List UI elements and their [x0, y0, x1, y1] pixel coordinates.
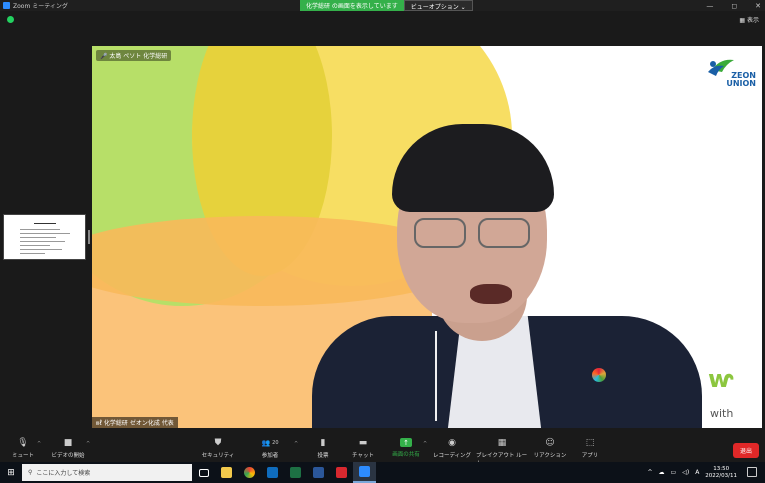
shared-screen-thumbnail[interactable]: [3, 214, 86, 260]
share-screen-icon: ↑: [400, 438, 412, 447]
clock-time: 13:50: [713, 465, 730, 472]
sharing-status: 化学総研 の画面を表示しています: [300, 0, 404, 11]
meeting-toolbar: 🎙 ミュート ^ ■ ビデオの開始 ^ ⛊ セキュリティ 👥 20 参加者 ^ ▮…: [0, 434, 765, 467]
start-video-label: ビデオの開始: [51, 453, 85, 459]
participant-top-label: 🎤 太島 ペソト 化学総研: [96, 50, 172, 61]
reaction-icon: ☺: [545, 438, 555, 448]
outlook-icon[interactable]: [261, 462, 284, 483]
maximize-button[interactable]: ◻: [731, 2, 737, 10]
excel-icon[interactable]: [284, 462, 307, 483]
zeon-union-logo: ZEON UNION: [704, 56, 756, 92]
participants-button[interactable]: 👥 20 参加者: [250, 438, 290, 459]
sdgs-badge-icon: [592, 368, 606, 382]
earphone-cable: [435, 331, 437, 421]
glasses: [414, 218, 534, 252]
share-screen-button[interactable]: ↑ 画面の共有: [386, 438, 426, 458]
view-options-button[interactable]: ビューオプション ⌄: [403, 0, 473, 11]
doc-line: [20, 233, 70, 234]
security-button[interactable]: ⛊ セキュリティ: [198, 438, 238, 459]
participant-name-label: ㎖ 化学総研 ゼオン化成 代表: [92, 417, 178, 428]
doc-line: [34, 223, 56, 224]
video-options-caret-icon[interactable]: ^: [86, 441, 90, 447]
doc-line: [20, 241, 65, 242]
participants-icon: 👥 20: [261, 439, 279, 447]
logo-text-bottom: UNION: [726, 79, 756, 88]
share-screen-label: 画面の共有: [392, 452, 420, 458]
chat-label: チャット: [352, 453, 374, 459]
glasses-lens: [478, 218, 530, 248]
audio-options-caret-icon[interactable]: ^: [37, 441, 41, 447]
active-speaker-video: ZEON UNION ⱳ with 🎤 太島 ペソト 化学総研 ㎖ 化学総研 ゼオ…: [92, 46, 762, 428]
with-logo: ⱳ with: [704, 364, 754, 420]
system-tray: ^ ☁ ▭ ◁) A 13:50 2022/03/11: [648, 462, 737, 483]
reactions-button[interactable]: ☺ リアクション: [530, 438, 570, 459]
chat-icon: ▬: [358, 438, 368, 448]
doc-line: [20, 245, 50, 246]
with-mark: ⱳ: [708, 365, 734, 393]
zoom-taskbar-icon[interactable]: [353, 462, 376, 483]
thumbnail-resize-handle[interactable]: [88, 230, 90, 244]
poll-icon: ▮: [320, 438, 326, 448]
mouth: [470, 284, 512, 304]
doc-line: [20, 229, 60, 230]
shield-icon: ⛊: [214, 438, 222, 448]
leave-button[interactable]: 退出: [732, 443, 759, 458]
word-icon[interactable]: [307, 462, 330, 483]
window-title: Zoom ミーティング: [13, 3, 68, 10]
start-video-button[interactable]: ■ ビデオの開始: [48, 438, 88, 459]
security-label: セキュリティ: [201, 453, 235, 459]
poll-label: 投票: [317, 453, 329, 459]
record-icon: ◉: [448, 438, 456, 448]
network-icon[interactable]: ▭: [671, 469, 677, 476]
apps-label: アプリ: [581, 453, 599, 459]
volume-icon[interactable]: ◁): [682, 469, 689, 476]
minimize-button[interactable]: —: [706, 2, 713, 10]
microphone-icon: 🎙: [17, 438, 29, 448]
apps-button[interactable]: ⬚ アプリ: [570, 438, 610, 459]
zoom-app-icon: [3, 2, 10, 9]
apps-icon: ⬚: [585, 438, 595, 448]
with-text: with: [710, 407, 734, 420]
ime-indicator[interactable]: A: [695, 469, 699, 476]
chrome-icon[interactable]: [238, 462, 261, 483]
participant-count: 20: [272, 440, 279, 446]
file-explorer-icon[interactable]: [215, 462, 238, 483]
acrobat-icon[interactable]: [330, 462, 353, 483]
record-label: レコーディング: [432, 453, 472, 459]
search-icon: ⚲: [28, 469, 33, 476]
glasses-lens: [414, 218, 466, 248]
share-banner: 化学総研 の画面を表示しています ビューオプション ⌄: [300, 0, 473, 11]
breakout-icon: ▦: [497, 438, 507, 448]
participants-caret-icon[interactable]: ^: [294, 441, 298, 447]
doc-line: [20, 253, 45, 254]
video-camera-icon: ■: [63, 438, 73, 448]
share-options-caret-icon[interactable]: ^: [423, 441, 427, 447]
taskview-icon[interactable]: [192, 462, 215, 483]
tray-chevron-icon[interactable]: ^: [648, 469, 653, 476]
mute-label: ミュート: [11, 453, 34, 459]
chat-button[interactable]: ▬ チャット: [343, 438, 383, 459]
windows-start-icon[interactable]: ⊞: [0, 468, 22, 478]
poll-button[interactable]: ▮ 投票: [303, 438, 343, 459]
notifications-icon[interactable]: [747, 467, 757, 477]
window-controls: — ◻ ✕: [706, 0, 761, 11]
close-button[interactable]: ✕: [755, 2, 761, 10]
encryption-shield-icon[interactable]: [7, 16, 14, 23]
doc-line: [20, 249, 62, 250]
clock-date: 2022/03/11: [705, 472, 737, 479]
taskbar-search[interactable]: ⚲ ここに入力して検索: [22, 464, 192, 481]
clock[interactable]: 13:50 2022/03/11: [705, 466, 737, 480]
participants-label: 参加者: [261, 453, 279, 459]
onedrive-icon[interactable]: ☁: [659, 469, 665, 476]
search-placeholder: ここに入力して検索: [36, 470, 91, 477]
view-button[interactable]: ▦ 表示: [739, 15, 759, 24]
reactions-label: リアクション: [533, 453, 567, 459]
doc-line: [20, 237, 56, 238]
record-button[interactable]: ◉ レコーディング: [432, 438, 472, 459]
